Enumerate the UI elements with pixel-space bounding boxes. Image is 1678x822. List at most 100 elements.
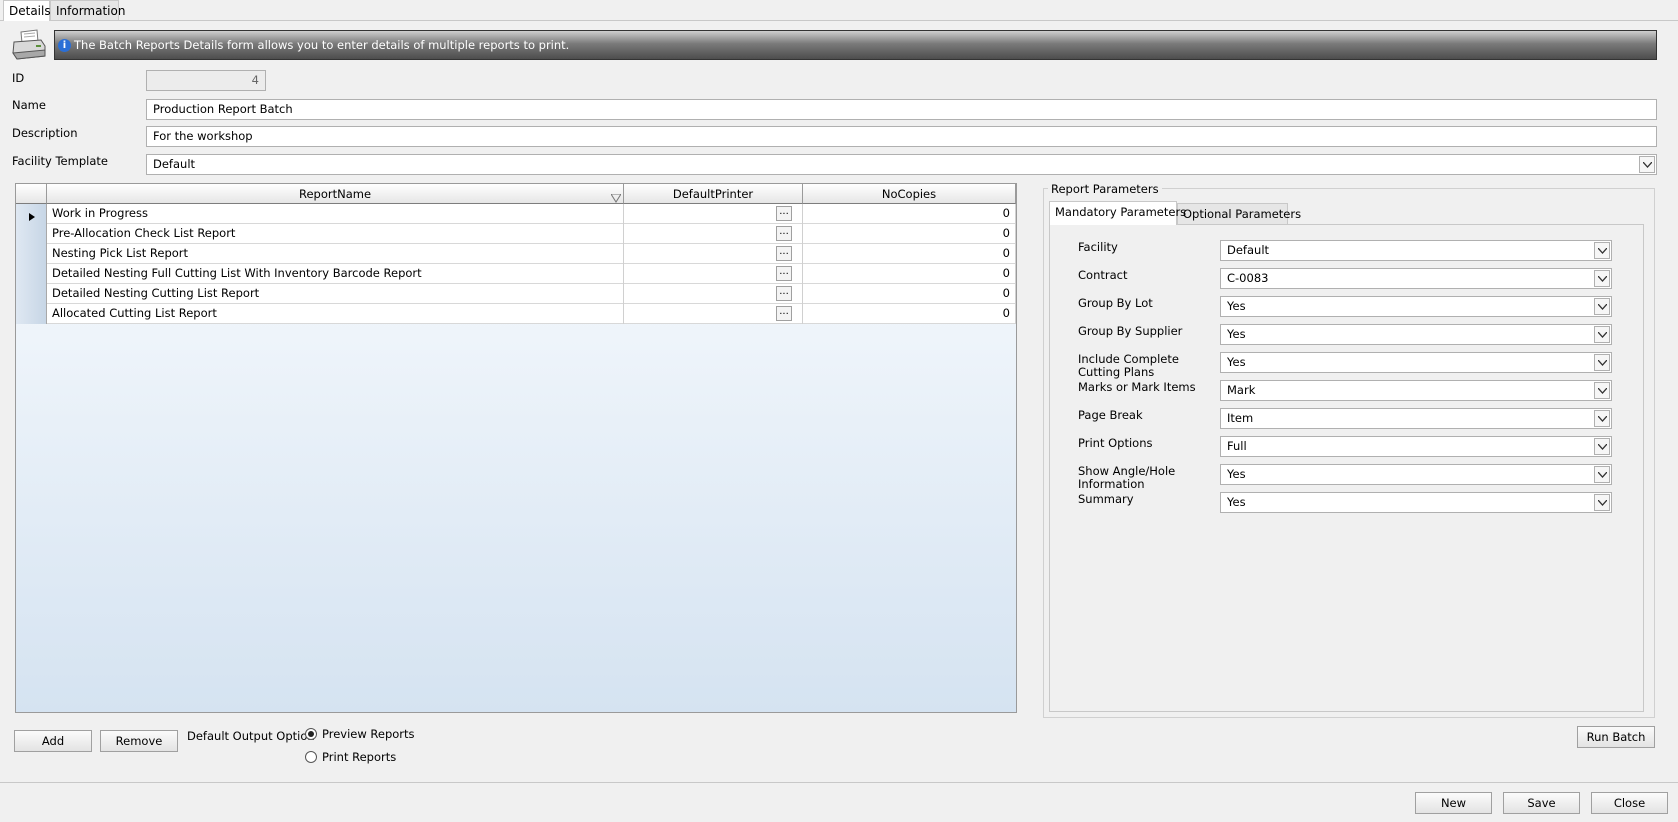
column-header-nocopies[interactable]: NoCopies [803, 184, 1016, 204]
facility-template-label: Facility Template [12, 154, 108, 168]
param-include-complete-cutting-plans-value: Yes [1227, 355, 1246, 369]
report-name-cell[interactable]: Detailed Nesting Full Cutting List With … [47, 264, 624, 284]
browse-printer-button[interactable]: ... [776, 266, 792, 281]
param-include-complete-cutting-plans-select[interactable]: Yes [1220, 352, 1612, 373]
param-label-facility: Facility [1078, 240, 1118, 254]
report-name-cell[interactable]: Detailed Nesting Cutting List Report [47, 284, 624, 304]
description-field[interactable]: For the workshop [146, 126, 1657, 147]
no-copies-cell[interactable]: 0 [803, 204, 1016, 224]
param-group-by-lot-select[interactable]: Yes [1220, 296, 1612, 317]
param-group-by-lot-value: Yes [1227, 299, 1246, 313]
param-print-options-value: Full [1227, 439, 1247, 453]
preview-reports-radio[interactable] [305, 728, 317, 740]
row-selector[interactable] [16, 244, 47, 264]
param-facility-select[interactable]: Default [1220, 240, 1612, 261]
param-marks-or-mark-items-select[interactable]: Mark [1220, 380, 1612, 401]
param-group-by-supplier-select[interactable]: Yes [1220, 324, 1612, 345]
param-label-contract: Contract [1078, 268, 1128, 282]
id-field[interactable]: 4 [146, 70, 266, 91]
report-name-cell[interactable]: Pre-Allocation Check List Report [47, 224, 624, 244]
no-copies-cell[interactable]: 0 [803, 224, 1016, 244]
column-header-defaultprinter-label: DefaultPrinter [672, 187, 754, 201]
browse-printer-button[interactable]: ... [776, 306, 792, 321]
new-button[interactable]: New [1415, 792, 1492, 814]
param-summary-select[interactable]: Yes [1220, 492, 1612, 513]
param-label-group-by-supplier: Group By Supplier [1078, 324, 1183, 338]
printer-icon [11, 28, 47, 62]
column-header-reportname-label: ReportName [298, 187, 372, 201]
no-copies-cell[interactable]: 0 [803, 244, 1016, 264]
param-page-break-select[interactable]: Item [1220, 408, 1612, 429]
param-contract-select[interactable]: C-0083 [1220, 268, 1612, 289]
no-copies-cell[interactable]: 0 [803, 304, 1016, 324]
preview-reports-label[interactable]: Preview Reports [322, 727, 415, 741]
param-label-show-angle-hole-information: Show Angle/Hole Information [1078, 464, 1176, 491]
facility-template-select[interactable]: Default [146, 154, 1657, 175]
table-row[interactable]: Allocated Cutting List Report ... 0 [16, 304, 1016, 324]
tab-mandatory-parameters[interactable]: Mandatory Parameters [1049, 201, 1186, 225]
name-field[interactable]: Production Report Batch [146, 99, 1657, 120]
chevron-down-icon[interactable] [1594, 382, 1610, 399]
browse-printer-button[interactable]: ... [776, 286, 792, 301]
table-row[interactable]: Detailed Nesting Full Cutting List With … [16, 264, 1016, 284]
default-printer-cell[interactable]: ... [624, 264, 803, 284]
row-selector[interactable] [16, 284, 47, 304]
facility-template-value: Default [153, 157, 196, 171]
chevron-down-icon[interactable] [1594, 242, 1610, 259]
browse-printer-button[interactable]: ... [776, 246, 792, 261]
report-name-cell[interactable]: Nesting Pick List Report [47, 244, 624, 264]
no-copies-cell[interactable]: 0 [803, 284, 1016, 304]
default-printer-cell[interactable]: ... [624, 244, 803, 264]
column-header-reportname[interactable]: ReportName [47, 184, 624, 204]
row-selector[interactable] [16, 304, 47, 324]
report-name-cell[interactable]: Allocated Cutting List Report [47, 304, 624, 324]
row-selector[interactable] [16, 224, 47, 244]
param-show-angle-hole-information-select[interactable]: Yes [1220, 464, 1612, 485]
chevron-down-icon[interactable] [1594, 354, 1610, 371]
tab-details[interactable]: Details [3, 0, 51, 21]
column-header-defaultprinter[interactable]: DefaultPrinter [624, 184, 803, 204]
param-print-options-select[interactable]: Full [1220, 436, 1612, 457]
default-printer-cell[interactable]: ... [624, 284, 803, 304]
tab-optional-parameters[interactable]: Optional Parameters [1177, 203, 1301, 224]
no-copies-cell[interactable]: 0 [803, 264, 1016, 284]
report-name-cell[interactable]: Work in Progress [47, 204, 624, 224]
param-page-break-value: Item [1227, 411, 1254, 425]
table-row[interactable]: Detailed Nesting Cutting List Report ...… [16, 284, 1016, 304]
tab-information[interactable]: Information [50, 0, 125, 20]
chevron-down-icon[interactable] [1594, 438, 1610, 455]
param-label-print-options: Print Options [1078, 436, 1153, 450]
add-button[interactable]: Add [14, 730, 92, 752]
chevron-down-icon[interactable] [1594, 270, 1610, 287]
row-selector[interactable] [16, 264, 47, 284]
default-printer-cell[interactable]: ... [624, 304, 803, 324]
chevron-down-icon[interactable] [1594, 326, 1610, 343]
chevron-down-icon[interactable] [1594, 466, 1610, 483]
chevron-down-icon[interactable] [1639, 156, 1655, 173]
banner-text: The Batch Reports Details form allows yo… [74, 38, 570, 52]
id-label: ID [12, 71, 25, 85]
browse-printer-button[interactable]: ... [776, 226, 792, 241]
default-printer-cell[interactable]: ... [624, 204, 803, 224]
default-printer-cell[interactable]: ... [624, 224, 803, 244]
default-output-label: Default Output Option [187, 729, 315, 743]
param-label-summary: Summary [1078, 492, 1134, 506]
table-row[interactable]: Pre-Allocation Check List Report ... 0 [16, 224, 1016, 244]
row-selector[interactable] [16, 204, 47, 224]
info-banner: i The Batch Reports Details form allows … [54, 30, 1657, 60]
chevron-down-icon[interactable] [1594, 494, 1610, 511]
report-parameters-title: Report Parameters [1048, 182, 1162, 196]
run-batch-button[interactable]: Run Batch [1577, 726, 1655, 748]
close-button[interactable]: Close [1591, 792, 1668, 814]
print-reports-radio[interactable] [305, 751, 317, 763]
reports-grid[interactable]: ReportName DefaultPrinter NoCopies Work … [15, 183, 1017, 713]
chevron-down-icon[interactable] [1594, 298, 1610, 315]
chevron-down-icon[interactable] [1594, 410, 1610, 427]
browse-printer-button[interactable]: ... [776, 206, 792, 221]
print-reports-label[interactable]: Print Reports [322, 750, 396, 764]
param-label-marks-or-mark-items: Marks or Mark Items [1078, 380, 1196, 394]
table-row[interactable]: Nesting Pick List Report ... 0 [16, 244, 1016, 264]
table-row[interactable]: Work in Progress ... 0 [16, 204, 1016, 224]
save-button[interactable]: Save [1503, 792, 1580, 814]
remove-button[interactable]: Remove [100, 730, 178, 752]
